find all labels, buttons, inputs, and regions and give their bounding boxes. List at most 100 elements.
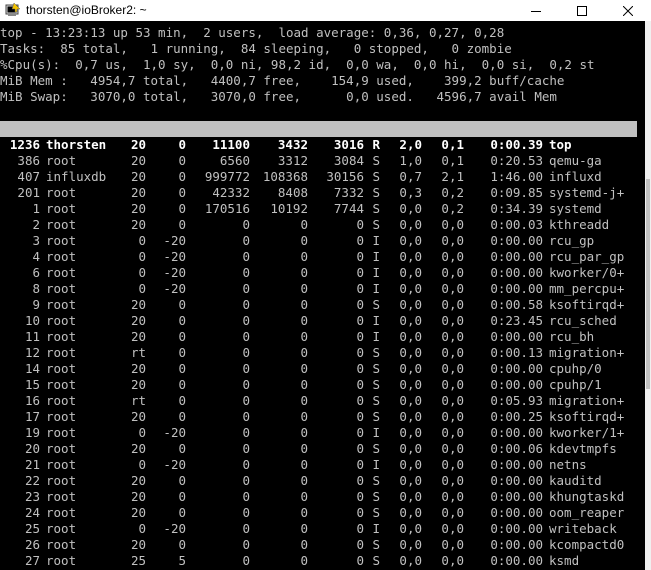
maximize-button[interactable] [559, 0, 605, 21]
cell-time: 0:00.00 [490, 281, 543, 296]
cell-mem: 0,0 [441, 361, 464, 376]
cell-res: 0 [300, 265, 308, 280]
cell-cmd: rcu_gp [549, 233, 595, 248]
cell-user: root [46, 441, 77, 456]
cell-pid: 1236 [9, 137, 40, 152]
cell-pr: 20 [130, 489, 146, 504]
cell-shr: 7332 [333, 185, 364, 200]
cell-mem: 0,0 [441, 233, 464, 248]
tasks-line: Tasks: 85 total, 1 running, 84 sleeping,… [0, 41, 512, 56]
cell-cmd: cpuhp/0 [549, 361, 602, 376]
cell-ni: 0 [178, 409, 186, 424]
cell-shr: 0 [356, 521, 364, 536]
cell-time: 0:00.00 [490, 265, 543, 280]
cell-virt: 0 [242, 473, 250, 488]
cell-pr: 20 [130, 473, 146, 488]
cell-cmd: kdevtmpfs [549, 441, 617, 456]
terminal-area[interactable]: top - 13:23:13 up 53 min, 2 users, load … [0, 21, 645, 570]
cell-user: root [46, 473, 77, 488]
cell-time: 0:00.00 [490, 537, 543, 552]
cell-virt: 42332 [212, 185, 250, 200]
cell-pid: 9 [32, 297, 40, 312]
cell-res: 0 [300, 393, 308, 408]
cell-cpu: 2,0 [399, 137, 422, 152]
cell-time: 0:09.85 [490, 185, 543, 200]
minimize-button[interactable] [513, 0, 559, 21]
cell-ni: 0 [178, 137, 186, 152]
cell-ni: 0 [178, 441, 186, 456]
cell-cpu: 0,0 [399, 313, 422, 328]
cell-pid: 21 [24, 457, 40, 472]
cell-pid: 8 [32, 281, 40, 296]
cell-virt: 0 [242, 409, 250, 424]
process-row: 8 root 0 -20 0 0 0 I 0,0 0,0 0:00.00 mm_percpu+ [0, 281, 639, 297]
cell-res: 0 [300, 281, 308, 296]
cell-mem: 0,0 [441, 409, 464, 424]
window-title: thorsten@ioBroker2: ~ [26, 3, 147, 17]
cell-virt: 0 [242, 345, 250, 360]
cell-time: 0:00.00 [490, 233, 543, 248]
cell-pr: 20 [130, 201, 146, 216]
title-bar[interactable]: thorsten@ioBroker2: ~ [0, 0, 651, 21]
cell-res: 0 [300, 473, 308, 488]
cell-s: S [372, 201, 380, 216]
cell-pid: 1 [32, 201, 40, 216]
cell-user: root [46, 345, 77, 360]
cell-mem: 0,1 [441, 153, 464, 168]
cell-ni: 0 [178, 201, 186, 216]
cell-s: I [372, 521, 380, 536]
cell-cmd: kthreadd [549, 217, 610, 232]
cell-res: 0 [300, 505, 308, 520]
cell-s: S [372, 553, 380, 568]
cell-time: 0:00.25 [490, 409, 543, 424]
cell-mem: 0,0 [441, 329, 464, 344]
close-button[interactable] [605, 0, 651, 21]
cell-pr: 0 [138, 265, 146, 280]
process-row: 407 influxdb 20 0 999772 108368 30156 S 0,7 2,1 1:… [0, 169, 639, 185]
cell-shr: 0 [356, 345, 364, 360]
process-row: 1 root 20 0 170516 10192 7744 S 0,0 0,2 0:34.39 sys… [0, 201, 639, 217]
cell-pr: 20 [130, 297, 146, 312]
cell-virt: 0 [242, 441, 250, 456]
cell-shr: 0 [356, 233, 364, 248]
cell-user: root [46, 457, 77, 472]
process-row: 12 root rt 0 0 0 0 S 0,0 0,0 0:00.13 migration+ [0, 345, 639, 361]
cell-ni: 0 [178, 505, 186, 520]
cell-mem: 0,2 [441, 185, 464, 200]
cell-cmd: top [549, 137, 572, 152]
scrollbar-thumb[interactable] [646, 179, 650, 389]
cell-cmd: influxd [549, 169, 602, 184]
cell-ni: 0 [178, 345, 186, 360]
cell-time: 0:34.39 [490, 201, 543, 216]
cell-mem: 0,0 [441, 553, 464, 568]
cell-user: root [46, 265, 77, 280]
cell-ni: -20 [163, 521, 186, 536]
cell-virt: 0 [242, 329, 250, 344]
cell-pr: 20 [130, 537, 146, 552]
cell-res: 0 [300, 489, 308, 504]
cell-cmd: systemd [549, 201, 602, 216]
cell-user: root [46, 281, 77, 296]
cell-cmd: writeback [549, 521, 617, 536]
cell-mem: 0,0 [441, 265, 464, 280]
cell-pr: 20 [130, 153, 146, 168]
cell-pid: 16 [24, 393, 40, 408]
vertical-scrollbar[interactable] [645, 21, 651, 570]
cell-user: root [46, 297, 77, 312]
cell-s: S [372, 377, 380, 392]
cell-cpu: 0,0 [399, 281, 422, 296]
cell-pid: 2 [32, 217, 40, 232]
cell-shr: 7744 [333, 201, 364, 216]
cell-virt: 0 [242, 553, 250, 568]
putty-app-icon[interactable] [5, 2, 21, 18]
minimize-icon [531, 10, 541, 12]
cell-shr: 0 [356, 553, 364, 568]
cell-pr: 25 [130, 553, 146, 568]
cell-virt: 0 [242, 233, 250, 248]
cell-shr: 0 [356, 489, 364, 504]
cell-cpu: 0,0 [399, 233, 422, 248]
process-row: 386 root 20 0 6560 3312 3084 S 1,0 0,1 0:20.53 qemu… [0, 153, 639, 169]
cell-cpu: 0,0 [399, 201, 422, 216]
process-row: 1236 thorsten 20 0 11100 3432 3016 R 2,0 0,1 0:00.… [0, 137, 639, 153]
cell-pid: 22 [24, 473, 40, 488]
